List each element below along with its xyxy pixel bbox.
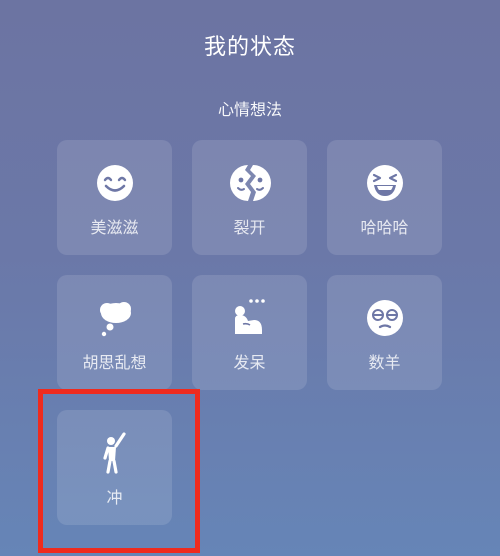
cheering-person-icon [103,432,126,474]
status-option-husiluanxiang[interactable]: 胡思乱想 [57,275,172,390]
status-option-fadai[interactable]: 发呆 [192,275,307,390]
laughing-face-icon [367,165,403,201]
smiley-face-icon [97,165,133,201]
section-title-mood-thoughts: 心情想法 [217,100,282,119]
status-option-label: 发呆 [233,353,266,372]
daydreaming-person-icon [235,299,265,334]
status-option-label: 哈哈哈 [360,218,409,237]
status-option-label: 冲 [106,488,123,507]
status-option-label: 美滋滋 [90,218,139,237]
status-option-chong[interactable]: 冲 [57,410,172,525]
status-option-label: 数羊 [368,353,401,372]
status-option-label: 胡思乱想 [82,353,147,372]
sleepy-face-icon [367,300,403,336]
status-option-hahaha[interactable]: 哈哈哈 [327,140,442,255]
page-title: 我的状态 [203,35,296,60]
cracked-face-icon [230,165,271,201]
status-option-liekai[interactable]: 裂开 [192,140,307,255]
thought-bubble-icon [100,302,131,337]
status-option-shuyang[interactable]: 数羊 [327,275,442,390]
status-option-label: 裂开 [233,218,266,237]
status-option-meizizi[interactable]: 美滋滋 [57,140,172,255]
